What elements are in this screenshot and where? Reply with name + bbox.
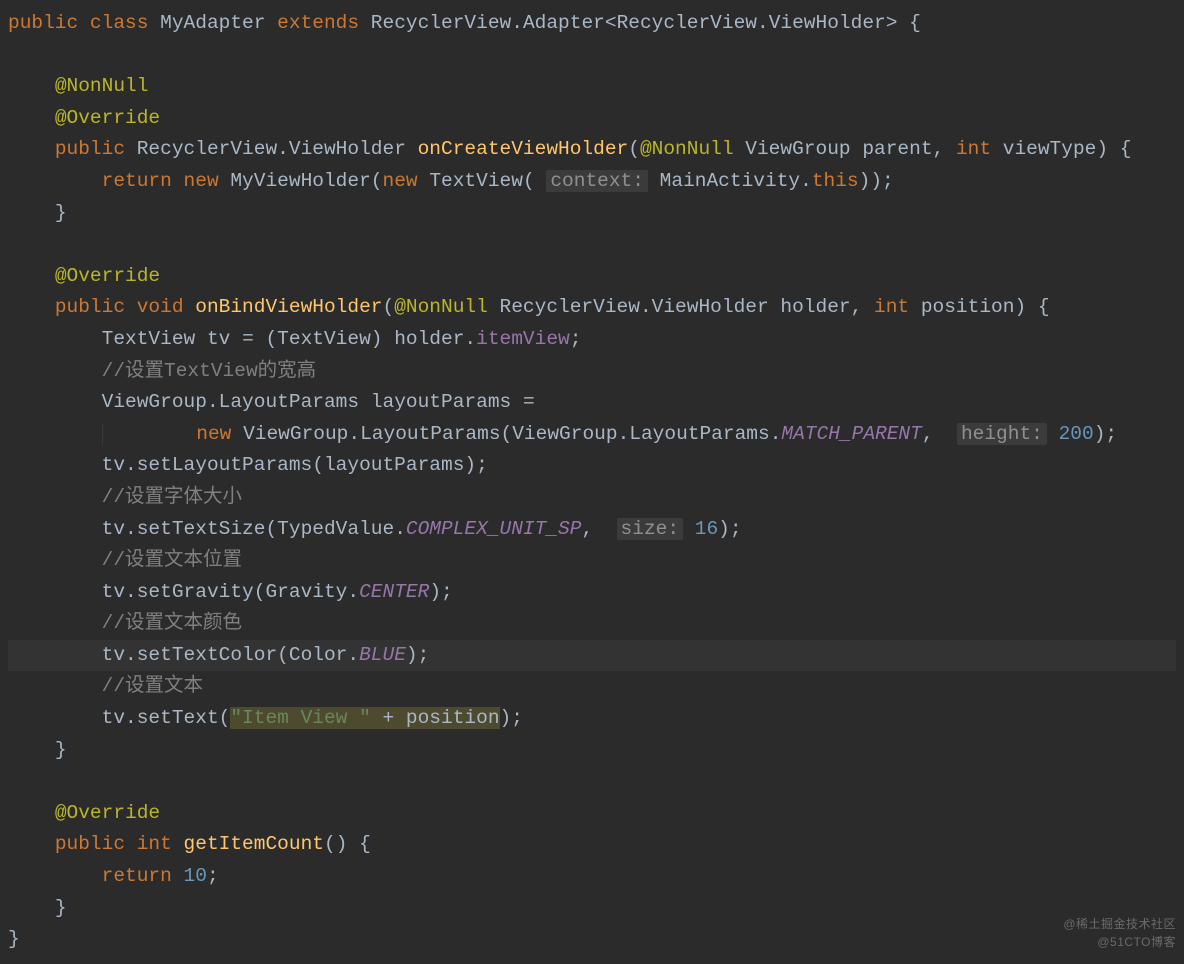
- code-line: //设置文本位置: [8, 549, 242, 571]
- keyword-new: new: [184, 170, 219, 192]
- code-line: @Override: [8, 107, 160, 129]
- code-line: tv.setTextSize(TypedValue.COMPLEX_UNIT_S…: [8, 518, 742, 540]
- call-setGravity: setGravity: [137, 581, 254, 603]
- keyword-this: this: [812, 170, 859, 192]
- code-line: new ViewGroup.LayoutParams(ViewGroup.Lay…: [8, 423, 1117, 445]
- watermark-line1: @稀土掘金技术社区: [1063, 915, 1176, 932]
- code-line: return 10;: [8, 865, 219, 887]
- comment-fs: //设置字体大小: [102, 486, 242, 508]
- call-setText: setText: [137, 707, 219, 729]
- number-200: 200: [1059, 423, 1094, 445]
- code-line: @Override: [8, 802, 160, 824]
- keyword-class: class: [90, 12, 149, 34]
- method-onBindViewHolder: onBindViewHolder: [195, 296, 382, 318]
- code-line: @NonNull: [8, 75, 148, 97]
- code-line: }: [8, 928, 20, 950]
- code-line: public int getItemCount() {: [8, 833, 371, 855]
- var-tv: tv: [207, 328, 230, 350]
- keyword-void: void: [137, 296, 184, 318]
- comment-wh: //设置TextView的宽高: [102, 360, 317, 382]
- code-line: return new MyViewHolder(new TextView( co…: [8, 170, 894, 192]
- param-hint-size: size:: [617, 518, 684, 540]
- param-hint-height: height:: [957, 423, 1047, 445]
- code-line: public void onBindViewHolder(@NonNull Re…: [8, 296, 1050, 318]
- param-holder: holder: [780, 296, 850, 318]
- annotation-nonnull: @NonNull: [55, 75, 149, 97]
- call-setTextColor: setTextColor: [137, 644, 277, 666]
- code-editor[interactable]: public class MyAdapter extends RecyclerV…: [0, 0, 1184, 964]
- code-line: tv.setLayoutParams(layoutParams);: [8, 454, 488, 476]
- const-center: CENTER: [359, 581, 429, 603]
- const-blue: BLUE: [359, 644, 406, 666]
- code-line: }: [8, 897, 67, 919]
- code-line: public class MyAdapter extends RecyclerV…: [8, 12, 921, 34]
- code-line: public RecyclerView.ViewHolder onCreateV…: [8, 138, 1131, 160]
- var-layoutParams: layoutParams: [371, 391, 511, 413]
- call-setLayoutParams: setLayoutParams: [137, 454, 313, 476]
- class-RecyclerView: RecyclerView: [371, 12, 511, 34]
- code-line: }: [8, 202, 67, 224]
- annotation-override: @Override: [55, 107, 160, 129]
- code-line: //设置文本: [8, 675, 203, 697]
- string-itemview: "Item View ": [230, 707, 370, 729]
- code-line: TextView tv = (TextView) holder.itemView…: [8, 328, 581, 350]
- comment-tp: //设置文本位置: [102, 549, 242, 571]
- class-MyAdapter: MyAdapter: [160, 12, 265, 34]
- const-match-parent: MATCH_PARENT: [781, 423, 921, 445]
- call-setTextSize: setTextSize: [137, 518, 266, 540]
- code-line: //设置字体大小: [8, 486, 242, 508]
- keyword-extends: extends: [277, 12, 359, 34]
- code-line: //设置文本颜色: [8, 612, 242, 634]
- code-line: //设置TextView的宽高: [8, 360, 316, 382]
- param-position: position: [921, 296, 1015, 318]
- param-parent: parent: [862, 138, 932, 160]
- class-Adapter: Adapter: [523, 12, 605, 34]
- code-line-highlighted: tv.setTextColor(Color.BLUE);: [8, 640, 1176, 672]
- comment-tc: //设置文本颜色: [102, 612, 242, 634]
- code-line: tv.setText("Item View " + position);: [8, 707, 523, 729]
- const-complex-unit-sp: COMPLEX_UNIT_SP: [406, 518, 582, 540]
- number-16: 16: [695, 518, 718, 540]
- param-viewType: viewType: [1003, 138, 1097, 160]
- method-getItemCount: getItemCount: [184, 833, 324, 855]
- field-itemView: itemView: [476, 328, 570, 350]
- number-10: 10: [184, 865, 207, 887]
- comment-tx: //设置文本: [102, 675, 203, 697]
- keyword-return: return: [102, 170, 172, 192]
- code-line: }: [8, 739, 67, 761]
- keyword-public: public: [8, 12, 78, 34]
- code-line: @Override: [8, 265, 160, 287]
- param-hint-context: context:: [546, 170, 648, 192]
- code-line: tv.setGravity(Gravity.CENTER);: [8, 581, 453, 603]
- watermark-line2: @51CTO博客: [1097, 933, 1176, 950]
- method-onCreateViewHolder: onCreateViewHolder: [418, 138, 629, 160]
- code-line: ViewGroup.LayoutParams layoutParams =: [8, 391, 535, 413]
